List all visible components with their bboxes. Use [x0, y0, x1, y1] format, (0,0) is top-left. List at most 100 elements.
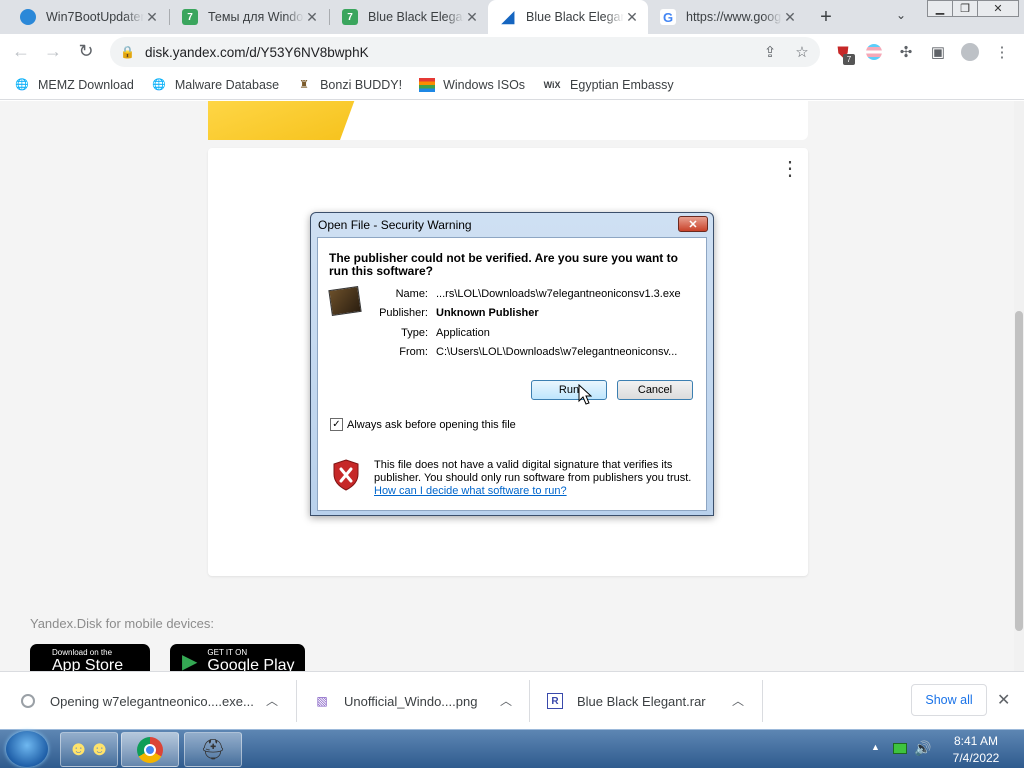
- side-panel-icon[interactable]: ▣: [928, 42, 948, 62]
- close-window-button[interactable]: ✕: [977, 0, 1019, 17]
- lock-icon[interactable]: 🔒: [120, 45, 135, 59]
- scrollbar-thumb[interactable]: [1015, 311, 1023, 631]
- bookmark-windows-isos[interactable]: Windows ISOs: [419, 77, 525, 93]
- extensions-puzzle-icon[interactable]: ✣: [896, 42, 916, 62]
- google-play-badge[interactable]: ▶ GET IT ON Google Play: [170, 644, 305, 671]
- taskbar-bonzi[interactable]: ☻☻: [60, 732, 118, 767]
- download-item-png[interactable]: ▧ Unofficial_Windo....png: [314, 672, 477, 730]
- more-options-icon[interactable]: ⋮: [780, 159, 800, 179]
- menu-kebab-icon[interactable]: ⋮: [992, 42, 1012, 62]
- dialog-divider: [322, 441, 702, 442]
- cancel-button[interactable]: Cancel: [617, 380, 693, 400]
- bookmark-memz-download[interactable]: 🌐 MEMZ Download: [14, 77, 134, 93]
- installer-icon: ⛑: [200, 739, 226, 761]
- tab-title: Темы для Windows: [208, 10, 304, 24]
- chevron-up-icon[interactable]: ︿: [266, 692, 278, 709]
- close-tab-icon[interactable]: ✕: [782, 9, 798, 25]
- extension-badge: 7: [843, 54, 855, 65]
- tab-search-chevron-icon[interactable]: ⌄: [896, 8, 906, 22]
- download-item-exe[interactable]: Opening w7elegantneonico....exe...: [20, 672, 254, 730]
- close-downloads-icon[interactable]: ✕: [997, 690, 1010, 710]
- info-value: ...rs\LOL\Downloads\w7elegantneoniconsv1…: [436, 288, 681, 300]
- dialog-title: Open File - Security Warning: [318, 218, 472, 232]
- start-button[interactable]: [6, 731, 48, 767]
- dialog-close-button[interactable]: ✕: [678, 216, 708, 232]
- reload-button[interactable]: ↻: [72, 37, 100, 65]
- address-bar[interactable]: 🔒 disk.yandex.com/d/Y53Y6NV8bwphK: [110, 37, 820, 67]
- seven-favicon-icon: 7: [342, 9, 358, 25]
- browser-toolbar: ← → ↻ 🔒 disk.yandex.com/d/Y53Y6NV8bwphK …: [0, 34, 1024, 70]
- download-separator: [762, 680, 763, 722]
- clock-time[interactable]: 8:41 AM: [936, 734, 1016, 748]
- taskbar-installer[interactable]: ⛑: [184, 732, 242, 767]
- windows-taskbar: ☻☻ ⛑ ▲ 🔊 8:41 AM 7/4/2022: [0, 729, 1024, 768]
- tab-blue-black-elegant-active[interactable]: ◢ Blue Black Elegant ✕: [488, 0, 648, 34]
- address-url: disk.yandex.com/d/Y53Y6NV8bwphK: [144, 44, 369, 60]
- info-label: Name:: [395, 288, 428, 300]
- info-label: Publisher:: [379, 307, 428, 319]
- chrome-icon: [137, 736, 163, 763]
- volume-icon[interactable]: 🔊: [914, 740, 931, 757]
- minimize-button[interactable]: ▁: [927, 0, 953, 17]
- page-scrollbar[interactable]: [1014, 101, 1024, 671]
- tab-win7bootupdater[interactable]: Win7BootUpdater ✕: [8, 0, 168, 34]
- back-button[interactable]: ←: [7, 37, 35, 65]
- tab-title: https://www.google: [686, 10, 782, 24]
- chevron-up-icon[interactable]: ︿: [732, 692, 744, 709]
- bonzi-icon: ♜: [299, 79, 310, 91]
- folder-icon: [208, 101, 358, 140]
- download-name: Blue Black Elegant.rar: [577, 693, 706, 709]
- rar-archive-icon: R: [547, 693, 563, 709]
- flag-extension-icon[interactable]: [864, 42, 884, 62]
- info-label: From:: [399, 346, 428, 358]
- taskbar-chrome[interactable]: [121, 732, 179, 767]
- google-play-small: GET IT ON: [207, 647, 248, 657]
- windows-flag-icon: [419, 77, 436, 93]
- google-play-icon: ▶: [182, 650, 198, 672]
- system-tray: ▲ 🔊 8:41 AM 7/4/2022: [866, 730, 1024, 768]
- clock-date[interactable]: 7/4/2022: [936, 751, 1016, 765]
- always-ask-checkbox[interactable]: ✓: [330, 418, 343, 431]
- info-value: Application: [436, 327, 490, 339]
- close-tab-icon[interactable]: ✕: [464, 9, 480, 25]
- help-link[interactable]: How can I decide what software to run?: [374, 485, 567, 497]
- edge-favicon-icon: [20, 9, 36, 25]
- tab-themes-windows[interactable]: 7 Темы для Windows ✕: [170, 0, 328, 34]
- yandex-disk-favicon-icon: ◢: [501, 9, 515, 26]
- run-button[interactable]: Run: [531, 380, 607, 400]
- bookmark-bonzi-buddy[interactable]: ♜ Bonzi BUDDY!: [296, 77, 402, 93]
- close-tab-icon[interactable]: ✕: [624, 9, 640, 25]
- app-store-badge[interactable]: Download on the App Store: [30, 644, 150, 671]
- tab-blue-black-elegant-1[interactable]: 7 Blue Black Elegant ✕: [330, 0, 488, 34]
- dialog-body: The publisher could not be verified. Are…: [317, 237, 707, 511]
- executable-file-icon: [328, 286, 362, 316]
- share-icon[interactable]: ⇪: [760, 42, 780, 62]
- info-value: C:\Users\LOL\Downloads\w7elegantneonicon…: [436, 346, 678, 358]
- exe-file-icon: [20, 693, 36, 709]
- new-tab-button[interactable]: +: [814, 5, 838, 29]
- show-all-button[interactable]: Show all: [911, 684, 987, 716]
- app-store-big: App Store: [52, 656, 124, 672]
- close-tab-icon[interactable]: ✕: [304, 9, 320, 25]
- download-name: Unofficial_Windo....png: [344, 693, 478, 709]
- info-value: Unknown Publisher: [436, 307, 539, 319]
- chevron-up-icon[interactable]: ︿: [500, 692, 512, 709]
- download-item-rar[interactable]: R Blue Black Elegant.rar: [547, 672, 706, 730]
- close-tab-icon[interactable]: ✕: [144, 9, 160, 25]
- globe-icon: 🌐: [152, 79, 166, 91]
- forward-button[interactable]: →: [39, 37, 67, 65]
- restore-button[interactable]: ❐: [952, 0, 978, 17]
- bookmark-egyptian-embassy[interactable]: WiX Egyptian Embassy: [542, 77, 674, 93]
- profile-avatar-icon[interactable]: [960, 42, 980, 62]
- wix-icon: WiX: [543, 79, 561, 90]
- show-hidden-icons-icon[interactable]: ▲: [871, 742, 880, 752]
- network-icon[interactable]: [893, 743, 907, 754]
- bookmark-malware-database[interactable]: 🌐 Malware Database: [151, 77, 279, 93]
- tab-google[interactable]: G https://www.google ✕: [648, 0, 806, 34]
- bookmark-label: Windows ISOs: [443, 77, 526, 92]
- tab-title: Blue Black Elegant: [368, 10, 464, 24]
- always-ask-checkbox-row[interactable]: ✓ Always ask before opening this file: [330, 418, 516, 431]
- checkbox-label: Always ask before opening this file: [347, 418, 516, 431]
- bookmark-star-icon[interactable]: ☆: [792, 42, 812, 62]
- tab-title: Blue Black Elegant: [526, 10, 624, 24]
